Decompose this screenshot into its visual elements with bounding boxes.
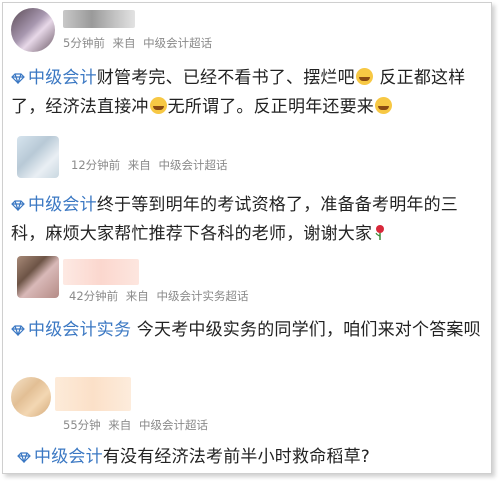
post-from: 来自	[108, 418, 132, 432]
post-time: 12分钟前	[71, 158, 121, 172]
diamond-icon	[11, 73, 25, 84]
post-from: 来自	[112, 36, 136, 50]
avatar[interactable]	[17, 256, 59, 298]
topic-tag[interactable]: 中级会计实务	[11, 320, 131, 340]
laughing-emoji-icon	[375, 97, 393, 114]
post-text: 今天考中级实务的同学们，咱们来对个答案呗	[131, 320, 481, 340]
feed-card: 5分钟前 来自 中级会计超话 中级会计财管考完、已经不看书了、摆烂吧 反正都这样…	[2, 2, 492, 474]
laughing-emoji-icon	[355, 68, 373, 85]
post-from: 来自	[125, 289, 149, 303]
topic-tag-label: 中级会计	[34, 447, 103, 467]
avatar[interactable]	[11, 8, 55, 52]
username-blurred[interactable]	[63, 259, 139, 285]
post-source[interactable]: 中级会计实务超话	[156, 289, 248, 303]
username-blurred[interactable]	[71, 134, 151, 152]
post-meta: 12分钟前 来自 中级会计超话	[71, 157, 231, 173]
avatar[interactable]	[11, 377, 51, 417]
post-time: 42分钟前	[69, 289, 119, 303]
post-meta: 5分钟前 来自 中级会计超话	[63, 35, 216, 51]
topic-tag[interactable]: 中级会计	[11, 195, 97, 215]
post-content: 中级会计终于等到明年的考试资格了，准备备考明年的三科，麻烦大家帮忙推荐下各科的老…	[11, 191, 481, 249]
diamond-icon	[11, 325, 25, 336]
post-content: 中级会计实务 今天考中级实务的同学们，咱们来对个答案呗	[11, 316, 481, 345]
topic-tag[interactable]: 中级会计	[11, 68, 97, 88]
rose-icon	[375, 225, 385, 240]
avatar[interactable]	[17, 136, 59, 178]
post-source[interactable]: 中级会计超话	[143, 36, 212, 50]
post-source[interactable]: 中级会计超话	[158, 158, 227, 172]
diamond-icon	[17, 452, 31, 463]
post-content: 中级会计有没有经济法考前半小时救命稻草?	[17, 443, 487, 472]
post-meta: 55分钟 来自 中级会计超话	[63, 417, 212, 433]
username-blurred[interactable]	[55, 377, 131, 411]
post-from: 来自	[127, 158, 151, 172]
topic-tag-label: 中级会计实务	[28, 320, 132, 340]
post-time: 5分钟前	[63, 36, 105, 50]
topic-tag-label: 中级会计	[28, 195, 97, 215]
post-text: 有没有经济法考前半小时救命稻草?	[102, 447, 371, 467]
post-text: 财管考完、已经不看书了、摆烂吧	[96, 68, 355, 88]
post-meta: 42分钟前 来自 中级会计实务超话	[69, 288, 252, 304]
laughing-emoji-icon	[149, 97, 167, 114]
topic-tag-label: 中级会计	[28, 68, 97, 88]
post-text: 无所谓了。反正明年还要来	[167, 97, 375, 117]
username-blurred[interactable]	[63, 10, 135, 28]
post-content: 中级会计财管考完、已经不看书了、摆烂吧 反正都这样了，经济法直接冲 无所谓了。反正…	[11, 64, 481, 122]
diamond-icon	[11, 200, 25, 211]
post-source[interactable]: 中级会计超话	[139, 418, 208, 432]
post-time: 55分钟	[63, 418, 101, 432]
topic-tag[interactable]: 中级会计	[17, 447, 103, 467]
